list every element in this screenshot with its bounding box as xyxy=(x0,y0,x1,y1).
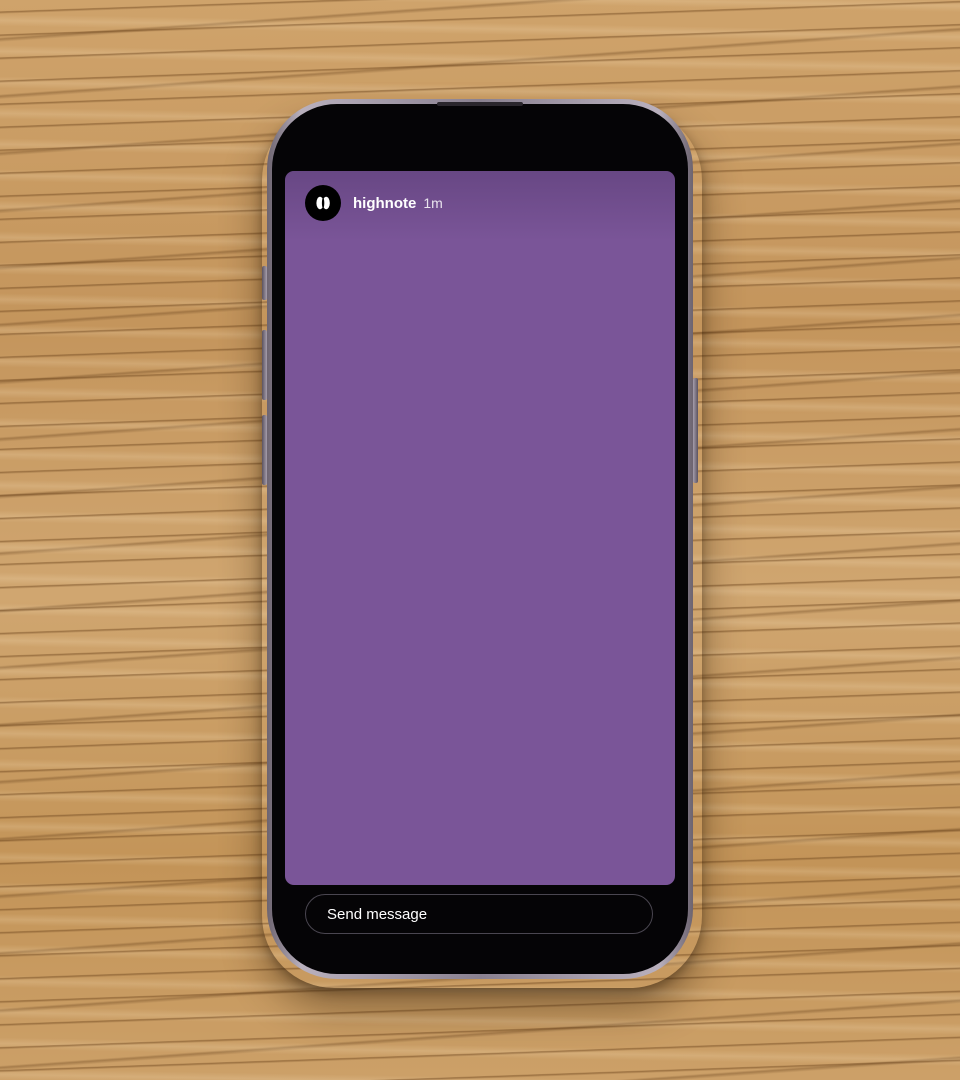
story-viewer[interactable]: highnote 1m xyxy=(285,171,675,885)
story-header: highnote 1m xyxy=(305,185,443,221)
power-button xyxy=(693,378,698,483)
earpiece-speaker xyxy=(437,102,523,106)
volume-down-button xyxy=(262,415,267,485)
story-timestamp: 1m xyxy=(423,195,443,211)
send-message-placeholder: Send message xyxy=(327,905,428,923)
avatar[interactable] xyxy=(305,185,341,221)
story-username[interactable]: highnote xyxy=(353,195,416,212)
volume-up-button xyxy=(262,330,267,400)
action-button xyxy=(262,266,267,300)
send-message-input[interactable]: Send message xyxy=(305,894,653,934)
highnote-logo-icon xyxy=(316,196,330,210)
